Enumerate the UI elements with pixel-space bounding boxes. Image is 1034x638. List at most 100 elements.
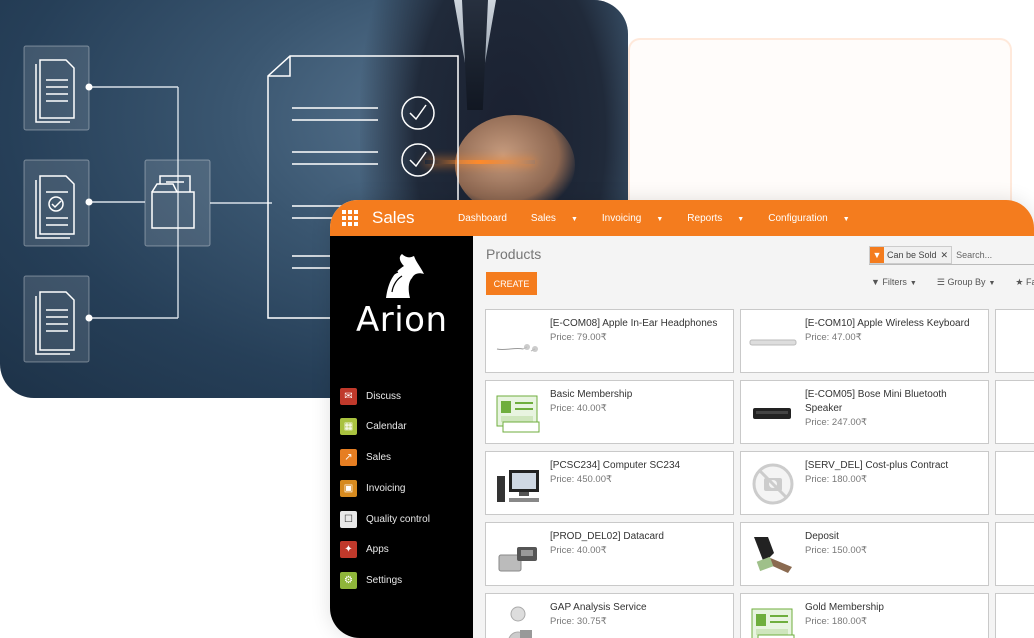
sidebar-nav: ✉ Discuss ▦ Calendar ↗ Sales ▣ Invoicing ☐ Qualit… — [340, 386, 430, 602]
calendar-icon: ▦ — [340, 418, 357, 436]
product-name: Basic Membership — [550, 389, 633, 400]
arion-logo: Arion — [352, 252, 452, 340]
sidebar-item-label: Calendar — [366, 421, 407, 433]
product-info: [PCSC234] Computer SC234 Price: 450.00₹ — [550, 459, 730, 487]
apps-icon: ✦ — [340, 541, 357, 559]
facet-label: Can be Sold — [887, 250, 937, 260]
sidebar-item-label: Quality control — [366, 513, 430, 525]
menu-item-label: Reports — [687, 212, 723, 224]
product-info: Basic Membership Price: 40.00₹ — [550, 388, 730, 416]
product-name: [PROD_DEL02] Datacard — [550, 531, 664, 542]
sidebar-item-settings[interactable]: ⚙ Settings — [340, 571, 430, 591]
membership-image — [492, 387, 544, 439]
product-card-partial[interactable] — [995, 309, 1034, 373]
deposit-image — [747, 529, 799, 581]
filters-button[interactable]: ▼ Filters ▼ — [871, 277, 927, 288]
product-name: GAP Analysis Service — [550, 602, 647, 613]
product-card[interactable]: [PCSC234] Computer SC234 Price: 450.00₹ — [485, 451, 734, 515]
sidebar-item-label: Invoicing — [366, 482, 406, 494]
search-bar[interactable]: ▼ Can be Sold ✕ — [869, 246, 1034, 265]
sidebar: Arion ✉ Discuss ▦ Calendar ↗ Sales ▣ Invoicing ☐… — [330, 236, 473, 638]
product-card[interactable]: Basic Membership Price: 40.00₹ — [485, 380, 734, 444]
sidebar-item-label: Sales — [366, 452, 392, 464]
settings-icon: ⚙ — [340, 572, 357, 590]
sidebar-item-discuss[interactable]: ✉ Discuss — [340, 386, 430, 406]
product-price: Price: 30.75₹ — [550, 616, 607, 627]
sidebar-item-label: Apps — [366, 544, 389, 556]
menu-item-dashboard[interactable]: Dashboard — [458, 213, 519, 224]
search-input[interactable] — [956, 250, 1017, 260]
product-card-partial[interactable] — [995, 380, 1034, 444]
background-window — [628, 38, 1012, 212]
keyboard-image — [747, 316, 799, 368]
service-image — [492, 600, 544, 638]
product-card-partial[interactable] — [995, 593, 1034, 638]
product-card[interactable]: [SERV_DEL] Cost-plus Contract Price: 180.… — [740, 451, 989, 515]
sidebar-item-apps[interactable]: ✦ Apps — [340, 540, 430, 560]
menu-item-reports[interactable]: Reports ▼ — [687, 213, 756, 224]
product-price: Price: 247.00₹ — [805, 417, 868, 428]
group-by-button[interactable]: ☰ Group By ▼ — [937, 277, 1006, 288]
product-card[interactable]: [E-COM05] Bose Mini Bluetooth Speaker Pri… — [740, 380, 989, 444]
product-name: Deposit — [805, 531, 839, 542]
horse-logo-icon — [385, 254, 424, 298]
datacard-image — [492, 529, 544, 581]
product-info: Gold Membership Price: 180.00₹ — [805, 601, 985, 629]
menu-item-invoicing[interactable]: Invoicing ▼ — [602, 213, 675, 224]
chevron-down-icon: ▼ — [842, 215, 850, 223]
app-title: Sales — [372, 208, 415, 227]
discuss-icon: ✉ — [340, 387, 357, 405]
menu-item-label: Sales — [530, 212, 556, 224]
product-info: [PROD_DEL02] Datacard Price: 40.00₹ — [550, 530, 730, 558]
membership-image — [747, 600, 799, 638]
product-card[interactable]: [E-COM10] Apple Wireless Keyboard Price: … — [740, 309, 989, 373]
chevron-down-icon: ▼ — [570, 215, 578, 223]
computer-image — [492, 458, 544, 510]
page-title: Products — [486, 246, 542, 262]
sidebar-item-invoicing[interactable]: ▣ Invoicing — [340, 478, 430, 498]
menu-item-sales[interactable]: Sales ▼ — [531, 213, 590, 224]
sidebar-item-sales[interactable]: ↗ Sales — [340, 448, 430, 468]
product-card[interactable]: GAP Analysis Service Price: 30.75₹ — [485, 593, 734, 638]
product-card[interactable]: Deposit Price: 150.00₹ — [740, 522, 989, 586]
menu-item-label: Configuration — [768, 212, 828, 224]
menu-item-configuration[interactable]: Configuration ▼ — [768, 213, 861, 224]
product-name: Gold Membership — [805, 602, 884, 613]
product-card[interactable]: [PROD_DEL02] Datacard Price: 40.00₹ — [485, 522, 734, 586]
product-price: Price: 40.00₹ — [550, 545, 607, 556]
close-icon[interactable]: ✕ — [941, 250, 949, 261]
product-name: [SERV_DEL] Cost-plus Contract — [805, 460, 949, 471]
menu-item-label: Invoicing — [601, 212, 642, 224]
product-price: Price: 47.00₹ — [805, 332, 862, 343]
quality-control-icon: ☐ — [340, 510, 357, 528]
chevron-down-icon: ▼ — [737, 215, 745, 223]
product-name: [E-COM10] Apple Wireless Keyboard — [805, 318, 970, 329]
no-image-image — [747, 458, 799, 510]
sales-icon: ↗ — [340, 449, 357, 467]
favorites-button[interactable]: ★ Fav — [1015, 277, 1034, 288]
create-button[interactable]: CREATE — [486, 272, 537, 295]
app-grid-icon[interactable] — [342, 210, 358, 226]
product-price: Price: 40.00₹ — [550, 403, 607, 414]
product-name: [PCSC234] Computer SC234 — [550, 460, 681, 471]
product-name: [E-COM05] Bose Mini Bluetooth Speaker — [805, 389, 947, 414]
headphones-image — [492, 316, 544, 368]
product-card[interactable]: Gold Membership Price: 180.00₹ — [740, 593, 989, 638]
product-card-partial[interactable] — [995, 522, 1034, 586]
product-card-partial[interactable] — [995, 451, 1034, 515]
speaker-image — [747, 387, 799, 439]
product-info: Deposit Price: 150.00₹ — [805, 530, 985, 558]
chevron-down-icon: ▼ — [656, 215, 664, 223]
product-info: GAP Analysis Service Price: 30.75₹ — [550, 601, 730, 629]
sidebar-item-label: Discuss — [366, 390, 402, 402]
sidebar-item-calendar[interactable]: ▦ Calendar — [340, 417, 430, 437]
product-price: Price: 79.00₹ — [550, 332, 607, 343]
sidebar-item-quality-control[interactable]: ☐ Quality control — [340, 509, 430, 529]
product-info: [E-COM08] Apple In-Ear Headphones Price: … — [550, 317, 730, 345]
main-content: Products CREATE ▼ Can be Sold ✕ ▼ Filter… — [473, 236, 1034, 638]
product-card[interactable]: [E-COM08] Apple In-Ear Headphones Price: … — [485, 309, 734, 373]
product-price: Price: 450.00₹ — [550, 474, 613, 485]
filter-icon: ▼ — [870, 247, 884, 263]
product-name: [E-COM08] Apple In-Ear Headphones — [550, 318, 718, 329]
search-facet[interactable]: ▼ Can be Sold ✕ — [869, 246, 953, 264]
